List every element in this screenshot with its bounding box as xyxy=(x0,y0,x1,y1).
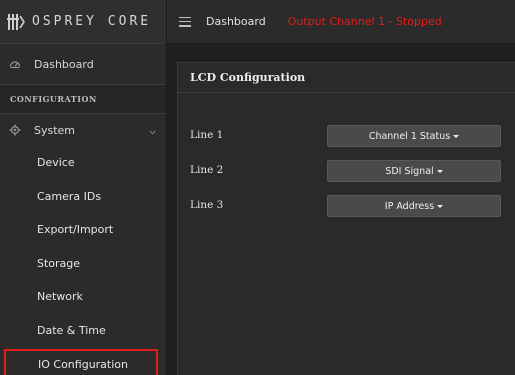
lcd-line-label: Line 1 xyxy=(190,129,224,141)
sidebar-item-label: Dashboard xyxy=(34,57,94,71)
sidebar-item-export-import[interactable]: Export/Import xyxy=(0,213,166,247)
sidebar-item-label: System xyxy=(34,123,76,137)
hamburger-icon[interactable] xyxy=(179,16,191,27)
lcd-line-1-dropdown[interactable]: Channel 1 Status xyxy=(327,125,501,147)
lcd-line-label: Line 3 xyxy=(190,199,224,211)
main-content: LCD Configuration Line 1 Channel 1 Statu… xyxy=(167,44,515,375)
sidebar-item-network[interactable]: Network xyxy=(0,280,166,314)
lcd-line-label: Line 2 xyxy=(190,164,224,176)
chevron-down-icon xyxy=(149,125,156,138)
sidebar-item-io-configuration[interactable]: IO Configuration xyxy=(4,349,158,375)
sidebar-item-system[interactable]: System xyxy=(0,114,166,146)
lcd-line-row: Line 2 SDI Signal xyxy=(178,160,515,182)
brand-header[interactable]: OSPREY CORE xyxy=(0,0,166,44)
dropdown-value: Channel 1 Status xyxy=(368,130,451,142)
lcd-line-row: Line 3 IP Address xyxy=(178,195,515,217)
output-status-text: Output Channel 1 - Stopped xyxy=(287,15,442,28)
top-bar: Dashboard Output Channel 1 - Stopped xyxy=(167,0,515,44)
sidebar-item-dashboard[interactable]: Dashboard xyxy=(0,44,166,84)
sidebar-item-device[interactable]: Device xyxy=(0,146,166,180)
caret-down-icon xyxy=(436,170,443,173)
dropdown-value: IP Address xyxy=(384,200,435,212)
brand-name: OSPREY CORE xyxy=(32,14,152,29)
section-heading-configuration: CONFIGURATION xyxy=(0,84,166,114)
card-title: LCD Configuration xyxy=(178,63,515,93)
caret-down-icon xyxy=(453,135,460,138)
app-root: OSPREY CORE Dashboard CONFIGURATION Syst… xyxy=(0,0,515,375)
sidebar-item-camera-ids[interactable]: Camera IDs xyxy=(0,180,166,214)
gauge-icon xyxy=(8,57,22,71)
gear-icon xyxy=(8,123,22,137)
sidebar-item-date-time[interactable]: Date & Time xyxy=(0,314,166,348)
caret-down-icon xyxy=(437,205,444,208)
lcd-line-row: Line 1 Channel 1 Status xyxy=(178,125,515,147)
lcd-line-2-dropdown[interactable]: SDI Signal xyxy=(327,160,501,182)
sidebar-item-storage[interactable]: Storage xyxy=(0,247,166,281)
lcd-configuration-card: LCD Configuration Line 1 Channel 1 Statu… xyxy=(177,62,515,375)
osprey-logo-icon xyxy=(6,11,28,33)
dropdown-value: SDI Signal xyxy=(385,165,434,177)
lcd-line-3-dropdown[interactable]: IP Address xyxy=(327,195,501,217)
breadcrumb[interactable]: Dashboard xyxy=(206,15,266,28)
sidebar: OSPREY CORE Dashboard CONFIGURATION Syst… xyxy=(0,0,167,375)
